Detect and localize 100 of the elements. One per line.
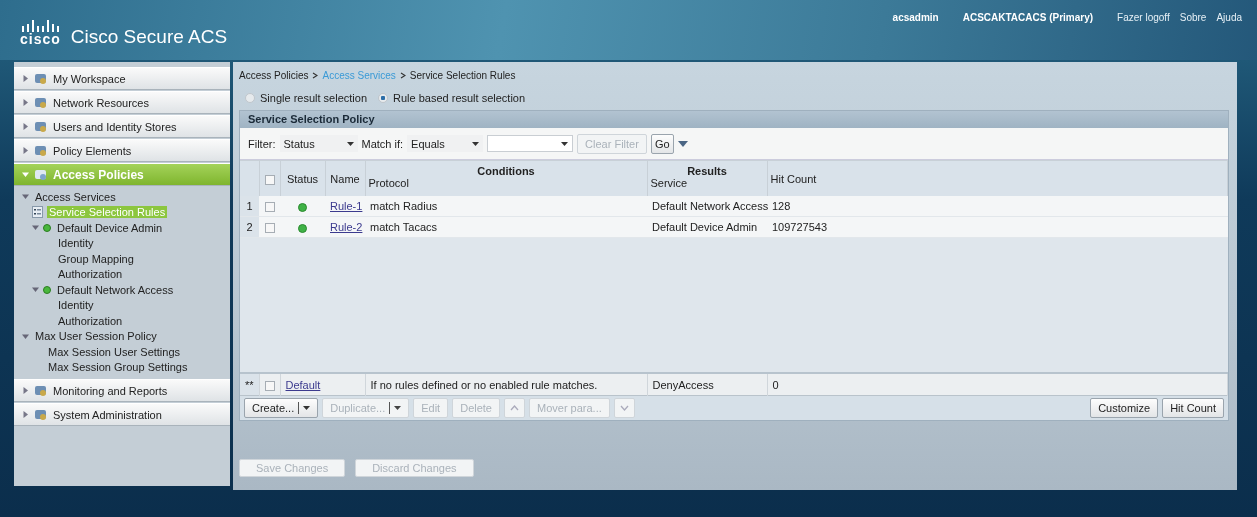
caret-icon[interactable] bbox=[22, 332, 29, 340]
status-dot-icon bbox=[43, 285, 51, 294]
tree-item[interactable]: Max User Session Policy bbox=[33, 330, 159, 343]
table-row[interactable]: ** Default If no rules defined or no enabled rule matches. DenyAccess 0 bbox=[240, 373, 1228, 396]
server-name: ACSCAKTACACS (Primary) bbox=[962, 12, 1094, 23]
radio-button[interactable] bbox=[378, 93, 388, 103]
caret-icon[interactable] bbox=[32, 286, 39, 294]
column-header: Status bbox=[280, 160, 325, 196]
separator-icon bbox=[399, 72, 406, 79]
tree-item[interactable]: Identity bbox=[56, 237, 96, 250]
row-checkbox[interactable] bbox=[264, 223, 275, 234]
dropdown-arrow-icon bbox=[394, 406, 402, 410]
rule-link[interactable]: Default bbox=[285, 378, 321, 391]
caret-icon[interactable] bbox=[22, 75, 29, 82]
header-link[interactable]: Ajuda bbox=[1216, 12, 1242, 23]
module-icon bbox=[34, 96, 48, 109]
caret-icon[interactable] bbox=[22, 411, 29, 418]
table-row[interactable]: 2 Rule-2 match Tacacs Default Device Admin 109727543 bbox=[240, 216, 1228, 238]
tree-item[interactable]: Authorization bbox=[56, 314, 125, 327]
list-icon bbox=[32, 206, 43, 219]
select-all-checkbox[interactable] bbox=[264, 174, 275, 185]
table-cell: 109727543 bbox=[767, 216, 1228, 238]
filter-label: Filter: bbox=[248, 137, 276, 150]
module-icon bbox=[34, 168, 48, 181]
module-icon bbox=[34, 120, 48, 133]
column-header: Service bbox=[650, 177, 688, 189]
module-icon bbox=[34, 72, 48, 85]
dropdown-arrow-icon[interactable] bbox=[677, 140, 688, 147]
table-row[interactable]: 1 Rule-1 match Radius Default Network Access 128 bbox=[240, 196, 1228, 217]
column-header: Name bbox=[325, 160, 365, 196]
product-title: Cisco Secure ACS bbox=[70, 26, 228, 48]
rule-link[interactable]: Rule-2 bbox=[330, 221, 363, 233]
table-cell: Default Network Access bbox=[647, 196, 767, 217]
caret-icon[interactable] bbox=[22, 171, 29, 178]
match-label: Match if: bbox=[361, 137, 404, 150]
tree-item[interactable]: Access Services bbox=[33, 190, 118, 203]
go-button[interactable]: Go bbox=[650, 133, 674, 154]
radio-label: Single result selection bbox=[260, 92, 367, 104]
module-icon bbox=[34, 384, 48, 397]
tree-item[interactable]: Default Network Access bbox=[55, 283, 176, 296]
caret-icon[interactable] bbox=[22, 147, 29, 154]
split-button[interactable]: Create... bbox=[244, 398, 319, 418]
row-checkbox[interactable] bbox=[264, 202, 275, 213]
chevron-up-icon bbox=[510, 405, 519, 411]
breadcrumb-item: Service Selection Rules bbox=[409, 70, 516, 81]
table-cell: 128 bbox=[767, 196, 1228, 217]
sidebar-section[interactable]: My Workspace bbox=[14, 67, 230, 90]
dropdown-arrow-icon bbox=[472, 141, 480, 146]
header-link[interactable]: Fazer logoff bbox=[1117, 12, 1170, 23]
logo-bars-icon bbox=[21, 20, 60, 32]
dropdown-arrow-icon bbox=[346, 141, 354, 146]
match-dropdown[interactable]: Equals bbox=[407, 135, 484, 152]
tree-item[interactable]: Max Session User Settings bbox=[46, 345, 183, 358]
column-group-header: Conditions bbox=[477, 165, 535, 177]
radio-label: Rule based result selection bbox=[393, 92, 526, 104]
sidebar-section[interactable]: System Administration bbox=[14, 403, 230, 426]
toolbar-button[interactable]: Customize bbox=[1090, 398, 1159, 418]
module-icon bbox=[34, 408, 48, 421]
table-cell: If no rules defined or no enabled rule matches. bbox=[365, 373, 647, 396]
panel-title: Service Selection Policy bbox=[240, 111, 1228, 128]
row-checkbox[interactable] bbox=[264, 380, 275, 391]
status-dot-icon bbox=[43, 223, 51, 232]
table-cell: match Radius bbox=[365, 196, 647, 217]
row-number: 2 bbox=[240, 216, 259, 238]
rule-link[interactable]: Rule-1 bbox=[330, 200, 363, 212]
sidebar-section[interactable]: Network Resources bbox=[14, 91, 230, 114]
sidebar-section[interactable]: Users and Identity Stores bbox=[14, 115, 230, 138]
caret-icon[interactable] bbox=[32, 224, 39, 232]
caret-icon[interactable] bbox=[22, 193, 29, 201]
user-name: acsadmin bbox=[892, 12, 939, 23]
caret-icon[interactable] bbox=[22, 99, 29, 106]
sidebar-section[interactable]: Policy Elements bbox=[14, 139, 230, 162]
separator-icon bbox=[312, 72, 319, 79]
table-cell: match Tacacs bbox=[365, 216, 647, 238]
column-group-header: Results bbox=[687, 165, 727, 177]
module-icon bbox=[34, 144, 48, 157]
chevron-down-icon bbox=[619, 405, 629, 411]
tree-item[interactable]: Identity bbox=[56, 299, 96, 312]
caret-icon[interactable] bbox=[22, 387, 29, 394]
logo-text: cisco bbox=[20, 32, 61, 46]
column-header: Hit Count bbox=[767, 160, 1228, 196]
tree-item[interactable]: Default Device Admin bbox=[55, 221, 165, 234]
filter-field-dropdown[interactable]: Status bbox=[279, 135, 358, 152]
sidebar-section[interactable]: Monitoring and Reports bbox=[14, 379, 230, 402]
row-number: ** bbox=[240, 373, 259, 396]
header-link[interactable]: Sobre bbox=[1179, 12, 1207, 23]
toolbar-button[interactable]: Hit Count bbox=[1162, 398, 1224, 418]
column-header: Protocol bbox=[368, 177, 409, 189]
dropdown-arrow-icon bbox=[303, 406, 311, 410]
dropdown-arrow-icon bbox=[561, 141, 569, 146]
breadcrumb-item: Access Policies bbox=[239, 70, 309, 81]
table-cell: DenyAccess bbox=[647, 373, 767, 396]
tree-item[interactable]: Group Mapping bbox=[56, 252, 136, 265]
caret-icon[interactable] bbox=[22, 123, 29, 130]
row-number: 1 bbox=[240, 196, 259, 217]
tree-item[interactable]: Authorization bbox=[56, 268, 125, 281]
table-cell: 0 bbox=[767, 373, 1228, 396]
table-cell: Default Device Admin bbox=[647, 216, 767, 238]
tree-item[interactable]: Max Session Group Settings bbox=[46, 361, 190, 374]
radio-button[interactable] bbox=[245, 93, 255, 103]
